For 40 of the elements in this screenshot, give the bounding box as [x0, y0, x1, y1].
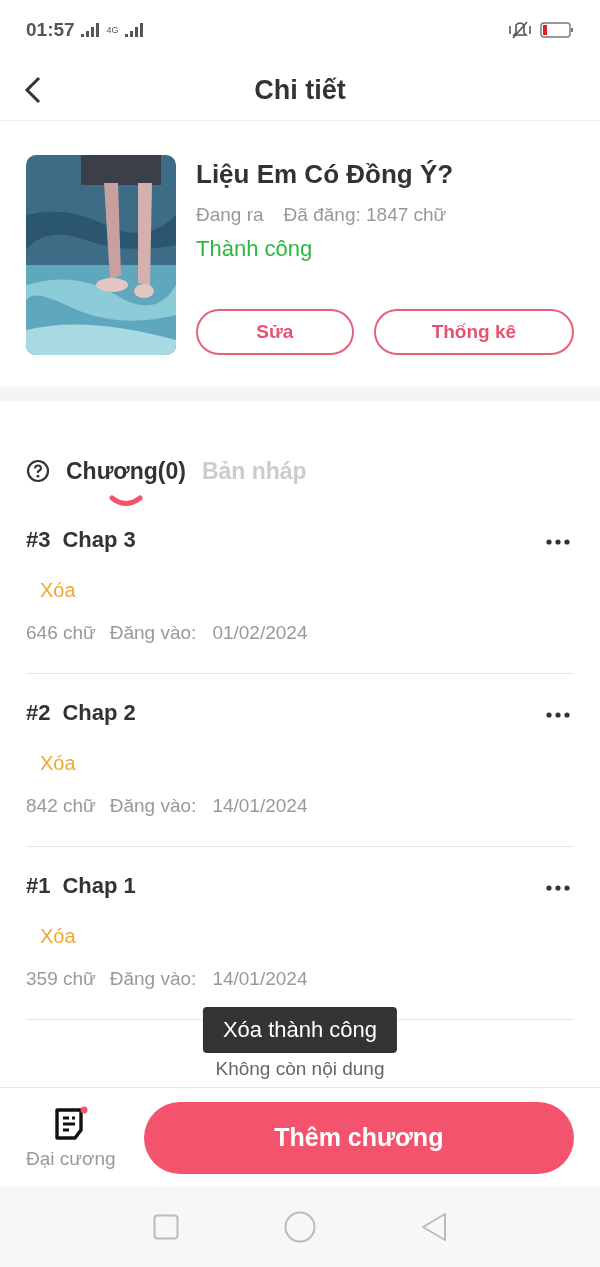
status-time: 01:57 — [26, 19, 75, 41]
signal-icon — [80, 23, 101, 37]
book-status: Đang ra — [196, 204, 264, 226]
stats-button[interactable]: Thống kê — [373, 309, 574, 355]
help-icon[interactable] — [26, 459, 50, 483]
chapter-words: 359 chữ — [26, 968, 96, 990]
chapter-words: 842 chữ — [26, 795, 96, 817]
outline-button[interactable]: Đại cương — [26, 1105, 116, 1170]
chapter-date: 14/01/2024 — [212, 968, 308, 990]
outline-icon — [52, 1105, 89, 1142]
mute-icon — [508, 21, 532, 39]
tab[interactable]: Chương(0) — [66, 451, 186, 491]
network-type: 4G — [106, 25, 119, 35]
chapter-title: Chap 3 — [62, 527, 137, 553]
word-count: Đã đăng: 1847 chữ — [283, 204, 447, 226]
book-title: Liệu Em Có Đồng Ý? — [196, 159, 455, 190]
date-label: Đăng vào: — [109, 968, 197, 990]
chapter-number: #3 — [26, 527, 51, 553]
chapter-title: Chap 2 — [62, 700, 137, 726]
page-title: Chi tiết — [254, 74, 346, 106]
back-icon[interactable] — [24, 76, 42, 104]
date-label: Đăng vào: — [109, 795, 197, 817]
empty-message: Không còn nội dung — [214, 1058, 386, 1080]
chapter-date: 01/02/2024 — [212, 622, 308, 644]
date-label: Đăng vào: — [109, 622, 197, 644]
review-status: Thành công — [196, 236, 314, 262]
signal-icon — [124, 23, 145, 37]
edit-button[interactable]: Sửa — [196, 309, 354, 355]
chapter-date: 14/01/2024 — [212, 795, 308, 817]
chapter-title: Chap 1 — [62, 873, 137, 899]
chapter-words: 646 chữ — [26, 622, 96, 644]
chapter-number: #1 — [26, 873, 51, 899]
deleted-label: Xóa — [40, 579, 76, 602]
tab-indicator — [108, 495, 143, 507]
deleted-label: Xóa — [40, 925, 76, 948]
add-chapter-button[interactable]: Thêm chương — [143, 1101, 574, 1174]
chapter-number: #2 — [26, 700, 51, 726]
toast: Xóa thành công — [202, 1007, 398, 1053]
deleted-label: Xóa — [40, 752, 76, 775]
battery-icon — [540, 22, 574, 38]
